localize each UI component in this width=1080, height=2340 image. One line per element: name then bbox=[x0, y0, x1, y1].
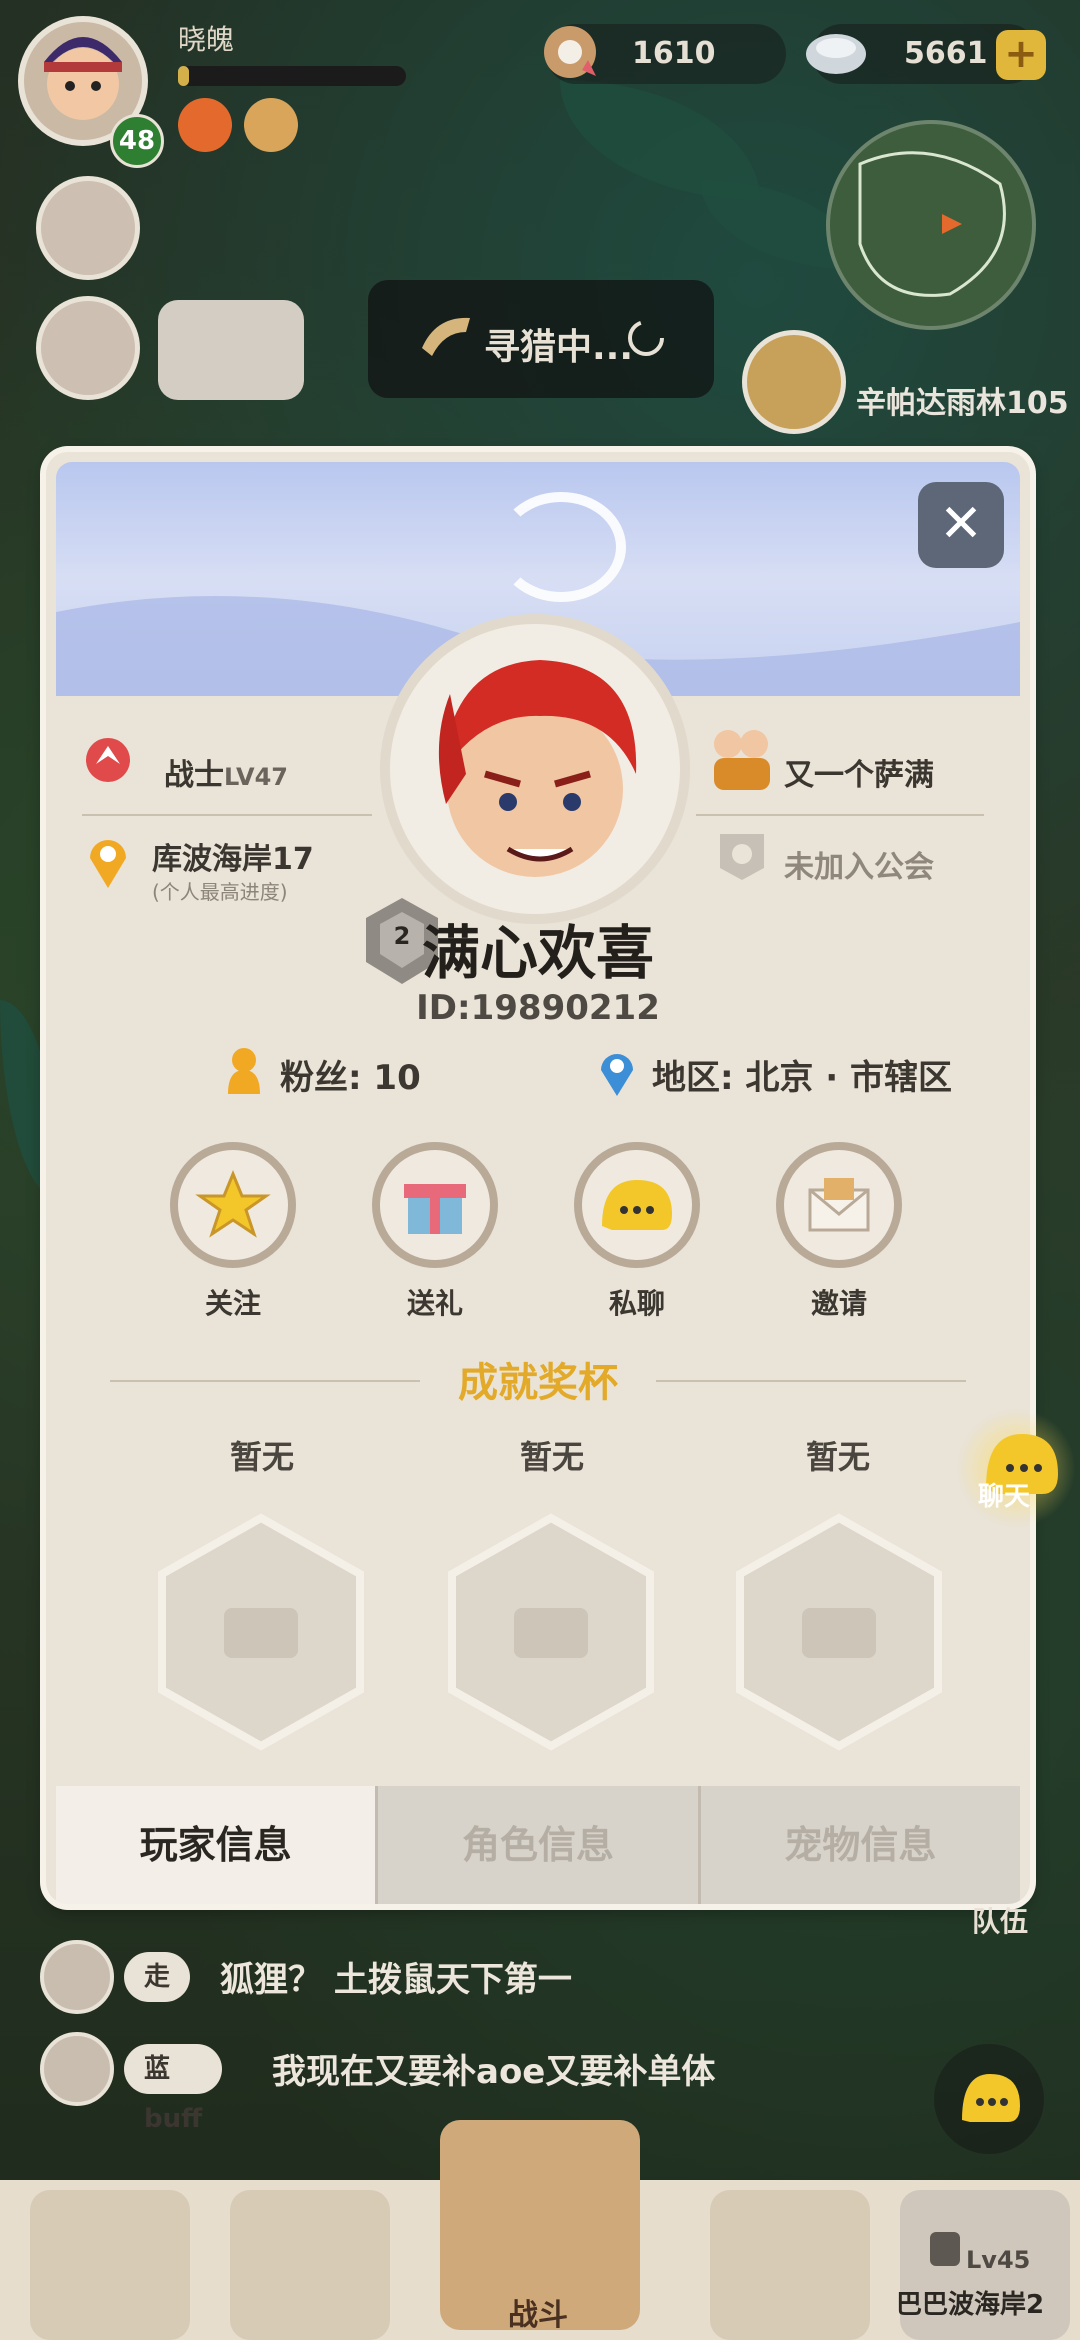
tab-character-info[interactable]: 角色信息 bbox=[375, 1786, 698, 1904]
chat-text: 狐狸？ 土拨鼠天下第一 bbox=[220, 1960, 572, 2000]
teammate-avatar[interactable] bbox=[36, 176, 140, 280]
exp-bar bbox=[178, 66, 406, 86]
gift-button[interactable] bbox=[372, 1142, 498, 1268]
partner-icon bbox=[706, 722, 776, 800]
chat-label: 聊天 bbox=[978, 1482, 1031, 1512]
invite-button[interactable] bbox=[776, 1142, 902, 1268]
close-button[interactable]: ✕ bbox=[918, 482, 1004, 568]
warrior-class-icon bbox=[82, 734, 134, 790]
battle-label: 战斗 bbox=[508, 2298, 568, 2333]
trophy-slot-label: 暂无 bbox=[519, 1438, 584, 1476]
guild-icon bbox=[714, 828, 770, 888]
team-label[interactable]: 队伍 bbox=[950, 1900, 1050, 1940]
region-label: 地区: 北京 · 市辖区 bbox=[652, 1058, 953, 1098]
best-progress: 库波海岸17 bbox=[152, 842, 314, 877]
player-id: ID:19890212 bbox=[416, 988, 660, 1028]
shell-count: 1610 bbox=[632, 36, 716, 71]
best-progress-note: (个人最高进度) bbox=[152, 880, 288, 904]
player-nickname: 满心欢喜 bbox=[421, 919, 654, 987]
gift-icon bbox=[404, 1184, 466, 1234]
buff-icon[interactable] bbox=[178, 98, 232, 152]
chat-tag: 蓝buff bbox=[124, 2044, 223, 2134]
nav-character-1[interactable] bbox=[30, 2190, 190, 2340]
fans-icon bbox=[222, 1046, 266, 1100]
locked-level: Lv45 bbox=[966, 2246, 1031, 2274]
trophy-slot[interactable] bbox=[732, 1512, 946, 1752]
follow-label: 关注 bbox=[204, 1287, 261, 1320]
empty-trophy-icon bbox=[158, 1513, 364, 1751]
invite-icon bbox=[808, 1178, 870, 1232]
boss-avatar[interactable] bbox=[742, 330, 846, 434]
empty-trophy-icon bbox=[736, 1513, 942, 1751]
gift-label: 送礼 bbox=[406, 1287, 463, 1320]
nav-character-2[interactable] bbox=[230, 2190, 390, 2340]
tab-player-info[interactable]: 玩家信息 bbox=[56, 1786, 376, 1904]
hunting-status: 寻猎中... bbox=[368, 280, 714, 398]
region-pin-icon bbox=[596, 1046, 638, 1102]
minimap[interactable] bbox=[826, 120, 1036, 330]
fans-count: 粉丝: 10 bbox=[280, 1058, 421, 1098]
pearl-icon bbox=[802, 20, 872, 86]
chat-text: 我现在又要补aoe又要补单体 bbox=[272, 2052, 716, 2092]
private-chat-label: 私聊 bbox=[608, 1287, 665, 1320]
class-info: 战士LV47 bbox=[164, 758, 288, 793]
trophy-slot[interactable] bbox=[444, 1512, 658, 1752]
chat-tag: 走 bbox=[124, 1952, 191, 2002]
star-icon bbox=[195, 1170, 271, 1238]
trophy-slot[interactable] bbox=[154, 1512, 368, 1752]
empty-trophy-icon bbox=[448, 1513, 654, 1751]
tab-pet-info[interactable]: 宠物信息 bbox=[697, 1786, 1020, 1904]
invite-label: 邀请 bbox=[810, 1287, 867, 1320]
follow-button[interactable] bbox=[170, 1142, 296, 1268]
player-level-badge: 48 bbox=[110, 114, 164, 168]
profile-portrait bbox=[380, 614, 690, 924]
lock-icon bbox=[930, 2232, 960, 2266]
profile-tabs: 玩家信息 角色信息 宠物信息 bbox=[56, 1786, 1020, 1904]
partner-label[interactable]: 又一个萨满 bbox=[784, 750, 934, 794]
teammate-avatar[interactable] bbox=[36, 296, 140, 400]
chat-open-button[interactable] bbox=[934, 2044, 1044, 2154]
bottom-nav: 战斗 Lv45 巴巴波海岸2 bbox=[0, 2120, 1080, 2340]
pet-icon[interactable] bbox=[244, 98, 298, 152]
shell-currency[interactable]: 1610 bbox=[544, 24, 786, 84]
trophy-slot-label: 暂无 bbox=[229, 1438, 294, 1476]
guild-label[interactable]: 未加入公会 bbox=[784, 842, 934, 886]
chat-avatar[interactable] bbox=[40, 2032, 114, 2106]
add-currency-button[interactable]: + bbox=[996, 30, 1046, 80]
private-chat-button[interactable] bbox=[574, 1142, 700, 1268]
player-name: 晓魄 bbox=[178, 23, 235, 56]
anvil-icon[interactable] bbox=[158, 300, 304, 400]
chat-icon bbox=[602, 1180, 672, 1230]
nav-pet[interactable] bbox=[710, 2190, 870, 2340]
location-pin-icon bbox=[84, 832, 132, 894]
shell-icon bbox=[536, 20, 606, 86]
divider bbox=[82, 814, 372, 816]
chat-avatar[interactable] bbox=[40, 1940, 114, 2014]
hunting-text: 寻猎中... bbox=[484, 327, 634, 368]
trophy-slot-label: 暂无 bbox=[805, 1438, 870, 1476]
achievement-title: 成就奖杯 bbox=[458, 1360, 618, 1406]
locked-area-name: 巴巴波海岸2 bbox=[896, 2290, 1045, 2320]
chat-icon bbox=[962, 2074, 1020, 2122]
player-profile-panel: ✕ 战士LV47 库波海岸17 (个人最高进度) 又一个萨满 未加入公会 2 满… bbox=[46, 452, 1030, 1904]
location-label: 辛帕达雨林105 bbox=[856, 386, 1069, 421]
divider bbox=[696, 814, 984, 816]
pearl-count: 5661 bbox=[904, 36, 988, 71]
